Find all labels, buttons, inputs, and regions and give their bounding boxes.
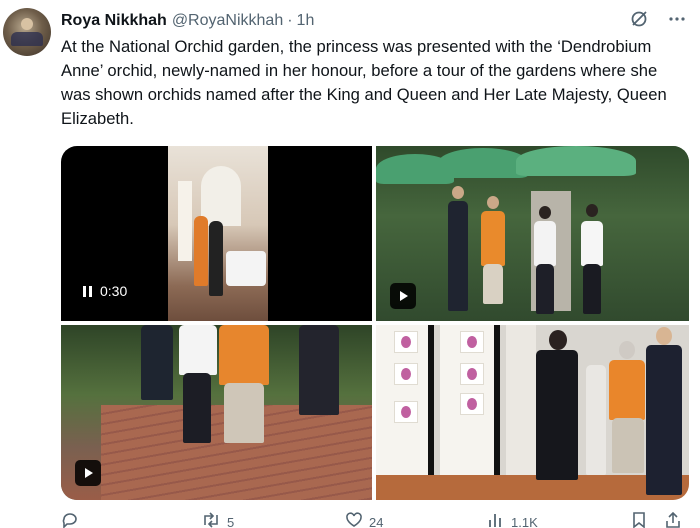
scene-skirt	[483, 264, 503, 304]
video-3[interactable]	[61, 325, 372, 500]
scene-person	[448, 201, 468, 311]
scene-table	[226, 251, 266, 286]
scene-skirt	[612, 418, 644, 473]
scene-person	[536, 264, 554, 314]
orchid-card	[394, 401, 418, 423]
orchid-board	[506, 325, 536, 500]
scene-floor	[376, 475, 689, 500]
more-icon[interactable]	[668, 10, 686, 33]
bookmark-icon	[631, 512, 647, 528]
scene-person	[299, 325, 339, 415]
scene-person	[194, 216, 208, 286]
scene-arch	[201, 166, 241, 226]
retweet-count: 5	[227, 514, 235, 528]
heart-icon	[345, 512, 363, 528]
like-count: 24	[369, 514, 384, 528]
scene-person	[141, 325, 173, 400]
views-icon	[487, 512, 505, 528]
share-button[interactable]	[665, 511, 681, 528]
scene-person	[646, 345, 682, 495]
avatar[interactable]	[3, 8, 51, 56]
tweet-header: Roya Nikkhah @RoyaNikkhah · 1h	[61, 10, 700, 32]
scene-person	[534, 221, 556, 266]
scene-person	[583, 264, 601, 314]
media-grid: 0:30	[61, 146, 689, 500]
scene-head	[656, 327, 672, 345]
scene-person	[586, 365, 606, 475]
scene-head	[619, 341, 635, 359]
scene-head	[549, 330, 567, 350]
scene-person	[581, 221, 603, 266]
scene-person	[183, 373, 211, 443]
scene-head	[539, 206, 551, 219]
video-2[interactable]	[376, 146, 689, 321]
bookmark-button[interactable]	[631, 512, 647, 528]
scene-person	[481, 211, 505, 266]
retweet-button[interactable]: 5	[201, 512, 234, 528]
orchid-card	[460, 331, 484, 353]
pause-icon[interactable]	[83, 285, 92, 297]
scene-person	[609, 360, 645, 420]
play-icon[interactable]	[75, 460, 101, 486]
views-count: 1.1K	[511, 514, 538, 528]
author-name[interactable]: Roya Nikkhah	[61, 12, 167, 30]
video-duration: 0:30	[100, 283, 128, 299]
orchid-card	[394, 363, 418, 385]
scene-person	[536, 350, 578, 480]
scene-head	[452, 186, 464, 199]
scene-umbrella	[438, 148, 528, 178]
play-icon[interactable]	[390, 283, 416, 309]
orchid-card	[460, 363, 484, 385]
header-actions	[630, 10, 686, 33]
photo-4[interactable]	[376, 325, 689, 500]
share-icon	[665, 511, 681, 528]
reply-icon	[61, 512, 79, 528]
orchid-card	[460, 393, 484, 415]
tweet-text: At the National Orchid garden, the princ…	[61, 37, 667, 128]
scene-person	[209, 221, 223, 296]
video-1[interactable]: 0:30	[61, 146, 372, 321]
scene-door	[178, 181, 192, 261]
scene-head	[487, 196, 499, 209]
author-handle[interactable]: @RoyaNikkhah	[172, 12, 283, 30]
retweet-icon	[201, 512, 221, 528]
scene-skirt	[224, 383, 264, 443]
video-controls[interactable]: 0:30	[83, 283, 127, 299]
views-button[interactable]: 1.1K	[487, 512, 538, 528]
like-button[interactable]: 24	[345, 512, 383, 528]
reply-button[interactable]	[61, 512, 85, 528]
scene-umbrella	[516, 146, 636, 176]
timestamp[interactable]: 1h	[297, 12, 315, 30]
scene-person	[219, 325, 269, 385]
orchid-card	[394, 331, 418, 353]
scene-person	[179, 325, 217, 375]
grok-icon[interactable]	[630, 10, 648, 33]
scene-head	[586, 204, 598, 217]
separator: ·	[287, 12, 293, 29]
tweet-actions: 5 24 1.1K	[61, 511, 689, 528]
